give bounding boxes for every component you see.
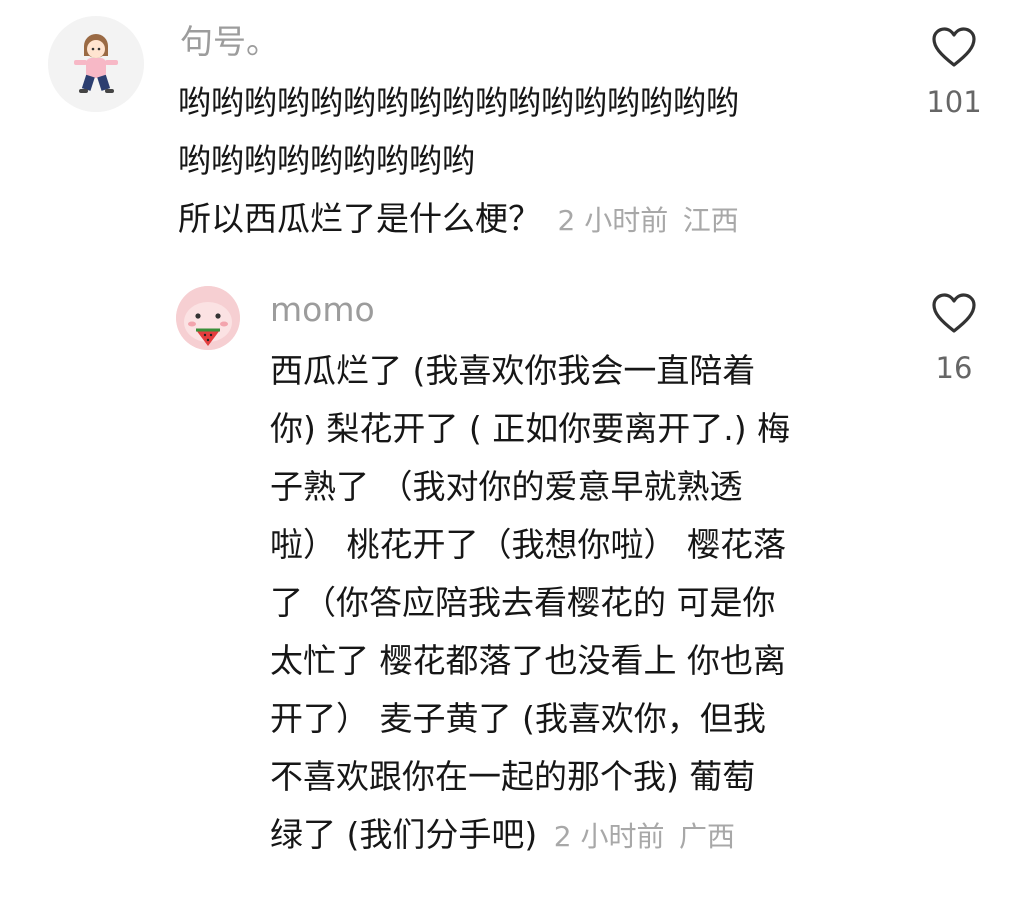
comment-line-text: 所以西瓜烂了是什么梗？ (178, 199, 541, 238)
comment-location: 广西 (678, 820, 735, 853)
username[interactable]: 句号。 (180, 22, 279, 62)
comment-line: 所以西瓜烂了是什么梗？ 2 小时前 江西 (178, 190, 878, 250)
comment-line: 开了） 麦子黄了 (我喜欢你，但我 (270, 699, 766, 738)
comment-text: 哟哟哟哟哟哟哟哟哟哟哟哟哟哟哟哟哟 哟哟哟哟哟哟哟哟哟 所以西瓜烂了是什么梗？ … (178, 74, 878, 250)
comment-text: 西瓜烂了 (我喜欢你我会一直陪着 你) 梨花开了 ( 正如你要离开了.) 梅 子… (270, 342, 890, 866)
comment-line: 绿了 (我们分手吧) 2 小时前 广西 (270, 806, 890, 866)
comment-location: 江西 (682, 204, 739, 237)
comment-time: 2 小时前 (557, 204, 669, 237)
comment-line: 啦） 桃花开了（我想你啦） 樱花落 (270, 525, 786, 564)
comment-line-text: 绿了 (我们分手吧) (270, 815, 538, 854)
like-count: 101 (926, 85, 982, 119)
comment-line: 哟哟哟哟哟哟哟哟哟 (178, 141, 475, 180)
comment-line: 子熟了 （我对你的爱意早就熟透 (270, 467, 743, 506)
avatar[interactable] (48, 16, 144, 112)
like-button[interactable]: 16 (924, 292, 984, 388)
heart-outline-icon (932, 27, 976, 67)
comment-line: 不喜欢跟你在一起的那个我) 葡萄 (270, 757, 756, 796)
username[interactable]: momo (270, 290, 375, 330)
avatar-girl-icon (48, 16, 144, 112)
comment-line: 你) 梨花开了 ( 正如你要离开了.) 梅 (270, 409, 791, 448)
comment-2: momo 西瓜烂了 (我喜欢你我会一直陪着 你) 梨花开了 ( 正如你要离开了.… (0, 260, 1024, 899)
like-count: 16 (935, 351, 973, 385)
comment-line: 太忙了 樱花都落了也没看上 你也离 (270, 641, 786, 680)
comment-1: 句号。 哟哟哟哟哟哟哟哟哟哟哟哟哟哟哟哟哟 哟哟哟哟哟哟哟哟哟 所以西瓜烂了是什… (0, 0, 1024, 260)
heart-outline-icon (932, 293, 976, 333)
comment-time: 2 小时前 (553, 820, 665, 853)
comment-line: 西瓜烂了 (我喜欢你我会一直陪着 (270, 351, 756, 390)
comment-line: 了（你答应陪我去看樱花的 可是你 (270, 583, 776, 622)
comment-line: 哟哟哟哟哟哟哟哟哟哟哟哟哟哟哟哟哟 (178, 83, 739, 122)
like-button[interactable]: 101 (924, 26, 984, 122)
avatar-pig-icon (176, 286, 240, 350)
avatar[interactable] (176, 286, 240, 350)
